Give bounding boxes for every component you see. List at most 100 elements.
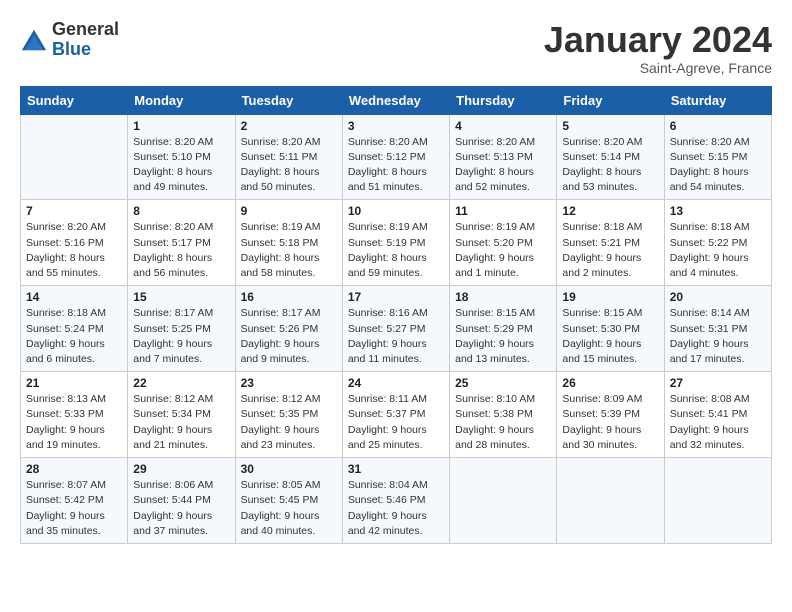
calendar-cell <box>664 458 771 544</box>
day-info: Sunrise: 8:12 AM Sunset: 5:35 PM Dayligh… <box>241 392 337 453</box>
day-number: 21 <box>26 376 122 390</box>
day-number: 3 <box>348 119 444 133</box>
day-number: 14 <box>26 290 122 304</box>
calendar-cell: 5 Sunrise: 8:20 AM Sunset: 5:14 PM Daylig… <box>557 114 664 200</box>
day-info: Sunrise: 8:19 AM Sunset: 5:18 PM Dayligh… <box>241 220 337 281</box>
calendar-cell: 6 Sunrise: 8:20 AM Sunset: 5:15 PM Daylig… <box>664 114 771 200</box>
weekday-header-friday: Friday <box>557 86 664 114</box>
day-number: 30 <box>241 462 337 476</box>
day-number: 2 <box>241 119 337 133</box>
calendar-cell: 13Sunrise: 8:18 AM Sunset: 5:22 PM Dayli… <box>664 200 771 286</box>
calendar-cell: 18 Sunrise: 8:15 AM Sunset: 5:29 PM Dayli… <box>450 286 557 372</box>
calendar-cell: 11 Sunrise: 8:19 AM Sunset: 5:20 PM Dayli… <box>450 200 557 286</box>
day-info: Sunrise: 8:05 AM Sunset: 5:45 PM Dayligh… <box>241 478 337 539</box>
day-number: 9 <box>241 204 337 218</box>
day-info: Sunrise: 8:20 AM Sunset: 5:16 PM Dayligh… <box>26 220 122 281</box>
day-number: 11 <box>455 204 551 218</box>
calendar-cell: 20 Sunrise: 8:14 AM Sunset: 5:31 PM Dayli… <box>664 286 771 372</box>
day-info: Sunrise: 8:20 AM Sunset: 5:13 PM Dayligh… <box>455 135 551 196</box>
day-info: Sunrise: 8:15 AM Sunset: 5:29 PM Dayligh… <box>455 306 551 367</box>
calendar-cell: 8 Sunrise: 8:20 AM Sunset: 5:17 PM Daylig… <box>128 200 235 286</box>
day-info: Sunrise: 8:20 AM Sunset: 5:15 PM Dayligh… <box>670 135 766 196</box>
location: Saint-Agreve, France <box>544 60 772 76</box>
weekday-header-saturday: Saturday <box>664 86 771 114</box>
day-number: 24 <box>348 376 444 390</box>
weekday-header-wednesday: Wednesday <box>342 86 449 114</box>
calendar-cell <box>450 458 557 544</box>
logo-general-text: General <box>52 19 119 39</box>
day-number: 6 <box>670 119 766 133</box>
weekday-header-row: SundayMondayTuesdayWednesdayThursdayFrid… <box>21 86 772 114</box>
day-number: 5 <box>562 119 658 133</box>
week-row-3: 21Sunrise: 8:13 AM Sunset: 5:33 PM Dayli… <box>21 372 772 458</box>
weekday-header-thursday: Thursday <box>450 86 557 114</box>
day-number: 12 <box>562 204 658 218</box>
day-number: 26 <box>562 376 658 390</box>
day-info: Sunrise: 8:07 AM Sunset: 5:42 PM Dayligh… <box>26 478 122 539</box>
page-header: General Blue January 2024 Saint-Agreve, … <box>20 20 772 76</box>
day-info: Sunrise: 8:17 AM Sunset: 5:25 PM Dayligh… <box>133 306 229 367</box>
day-number: 19 <box>562 290 658 304</box>
calendar-cell: 12 Sunrise: 8:18 AM Sunset: 5:21 PM Dayli… <box>557 200 664 286</box>
day-info: Sunrise: 8:15 AM Sunset: 5:30 PM Dayligh… <box>562 306 658 367</box>
calendar-cell: 7 Sunrise: 8:20 AM Sunset: 5:16 PM Daylig… <box>21 200 128 286</box>
day-info: Sunrise: 8:20 AM Sunset: 5:11 PM Dayligh… <box>241 135 337 196</box>
day-info: Sunrise: 8:17 AM Sunset: 5:26 PM Dayligh… <box>241 306 337 367</box>
day-info: Sunrise: 8:20 AM Sunset: 5:10 PM Dayligh… <box>133 135 229 196</box>
weekday-header-sunday: Sunday <box>21 86 128 114</box>
day-info: Sunrise: 8:08 AM Sunset: 5:41 PM Dayligh… <box>670 392 766 453</box>
weekday-header-monday: Monday <box>128 86 235 114</box>
calendar-cell: 10Sunrise: 8:19 AM Sunset: 5:19 PM Dayli… <box>342 200 449 286</box>
calendar-cell: 16Sunrise: 8:17 AM Sunset: 5:26 PM Dayli… <box>235 286 342 372</box>
day-info: Sunrise: 8:18 AM Sunset: 5:22 PM Dayligh… <box>670 220 766 281</box>
logo-blue-text: Blue <box>52 39 91 59</box>
calendar-cell: 1 Sunrise: 8:20 AM Sunset: 5:10 PM Daylig… <box>128 114 235 200</box>
calendar-cell: 27 Sunrise: 8:08 AM Sunset: 5:41 PM Dayli… <box>664 372 771 458</box>
day-number: 7 <box>26 204 122 218</box>
calendar-cell: 24Sunrise: 8:11 AM Sunset: 5:37 PM Dayli… <box>342 372 449 458</box>
day-number: 28 <box>26 462 122 476</box>
day-info: Sunrise: 8:10 AM Sunset: 5:38 PM Dayligh… <box>455 392 551 453</box>
calendar-cell: 2 Sunrise: 8:20 AM Sunset: 5:11 PM Daylig… <box>235 114 342 200</box>
calendar-cell <box>21 114 128 200</box>
calendar-cell: 3Sunrise: 8:20 AM Sunset: 5:12 PM Daylig… <box>342 114 449 200</box>
day-number: 20 <box>670 290 766 304</box>
week-row-4: 28 Sunrise: 8:07 AM Sunset: 5:42 PM Dayli… <box>21 458 772 544</box>
day-number: 29 <box>133 462 229 476</box>
day-number: 8 <box>133 204 229 218</box>
day-info: Sunrise: 8:19 AM Sunset: 5:20 PM Dayligh… <box>455 220 551 281</box>
day-number: 1 <box>133 119 229 133</box>
calendar-cell: 30 Sunrise: 8:05 AM Sunset: 5:45 PM Dayli… <box>235 458 342 544</box>
calendar-cell: 26Sunrise: 8:09 AM Sunset: 5:39 PM Dayli… <box>557 372 664 458</box>
day-info: Sunrise: 8:16 AM Sunset: 5:27 PM Dayligh… <box>348 306 444 367</box>
logo: General Blue <box>20 20 119 60</box>
day-info: Sunrise: 8:14 AM Sunset: 5:31 PM Dayligh… <box>670 306 766 367</box>
week-row-2: 14 Sunrise: 8:18 AM Sunset: 5:24 PM Dayli… <box>21 286 772 372</box>
calendar-cell: 31Sunrise: 8:04 AM Sunset: 5:46 PM Dayli… <box>342 458 449 544</box>
calendar-cell: 21Sunrise: 8:13 AM Sunset: 5:33 PM Dayli… <box>21 372 128 458</box>
day-number: 18 <box>455 290 551 304</box>
calendar-cell: 9 Sunrise: 8:19 AM Sunset: 5:18 PM Daylig… <box>235 200 342 286</box>
logo-icon <box>20 26 48 54</box>
month-title: January 2024 <box>544 20 772 60</box>
week-row-0: 1 Sunrise: 8:20 AM Sunset: 5:10 PM Daylig… <box>21 114 772 200</box>
calendar-cell: 22 Sunrise: 8:12 AM Sunset: 5:34 PM Dayli… <box>128 372 235 458</box>
day-number: 22 <box>133 376 229 390</box>
title-block: January 2024 Saint-Agreve, France <box>544 20 772 76</box>
day-info: Sunrise: 8:18 AM Sunset: 5:24 PM Dayligh… <box>26 306 122 367</box>
calendar-cell: 17Sunrise: 8:16 AM Sunset: 5:27 PM Dayli… <box>342 286 449 372</box>
week-row-1: 7 Sunrise: 8:20 AM Sunset: 5:16 PM Daylig… <box>21 200 772 286</box>
day-info: Sunrise: 8:19 AM Sunset: 5:19 PM Dayligh… <box>348 220 444 281</box>
day-info: Sunrise: 8:20 AM Sunset: 5:14 PM Dayligh… <box>562 135 658 196</box>
day-info: Sunrise: 8:18 AM Sunset: 5:21 PM Dayligh… <box>562 220 658 281</box>
calendar-cell: 4Sunrise: 8:20 AM Sunset: 5:13 PM Daylig… <box>450 114 557 200</box>
weekday-header-tuesday: Tuesday <box>235 86 342 114</box>
calendar-cell: 15Sunrise: 8:17 AM Sunset: 5:25 PM Dayli… <box>128 286 235 372</box>
day-info: Sunrise: 8:12 AM Sunset: 5:34 PM Dayligh… <box>133 392 229 453</box>
day-info: Sunrise: 8:06 AM Sunset: 5:44 PM Dayligh… <box>133 478 229 539</box>
day-info: Sunrise: 8:20 AM Sunset: 5:17 PM Dayligh… <box>133 220 229 281</box>
calendar-cell <box>557 458 664 544</box>
calendar-cell: 28 Sunrise: 8:07 AM Sunset: 5:42 PM Dayli… <box>21 458 128 544</box>
day-number: 27 <box>670 376 766 390</box>
calendar-cell: 19 Sunrise: 8:15 AM Sunset: 5:30 PM Dayli… <box>557 286 664 372</box>
